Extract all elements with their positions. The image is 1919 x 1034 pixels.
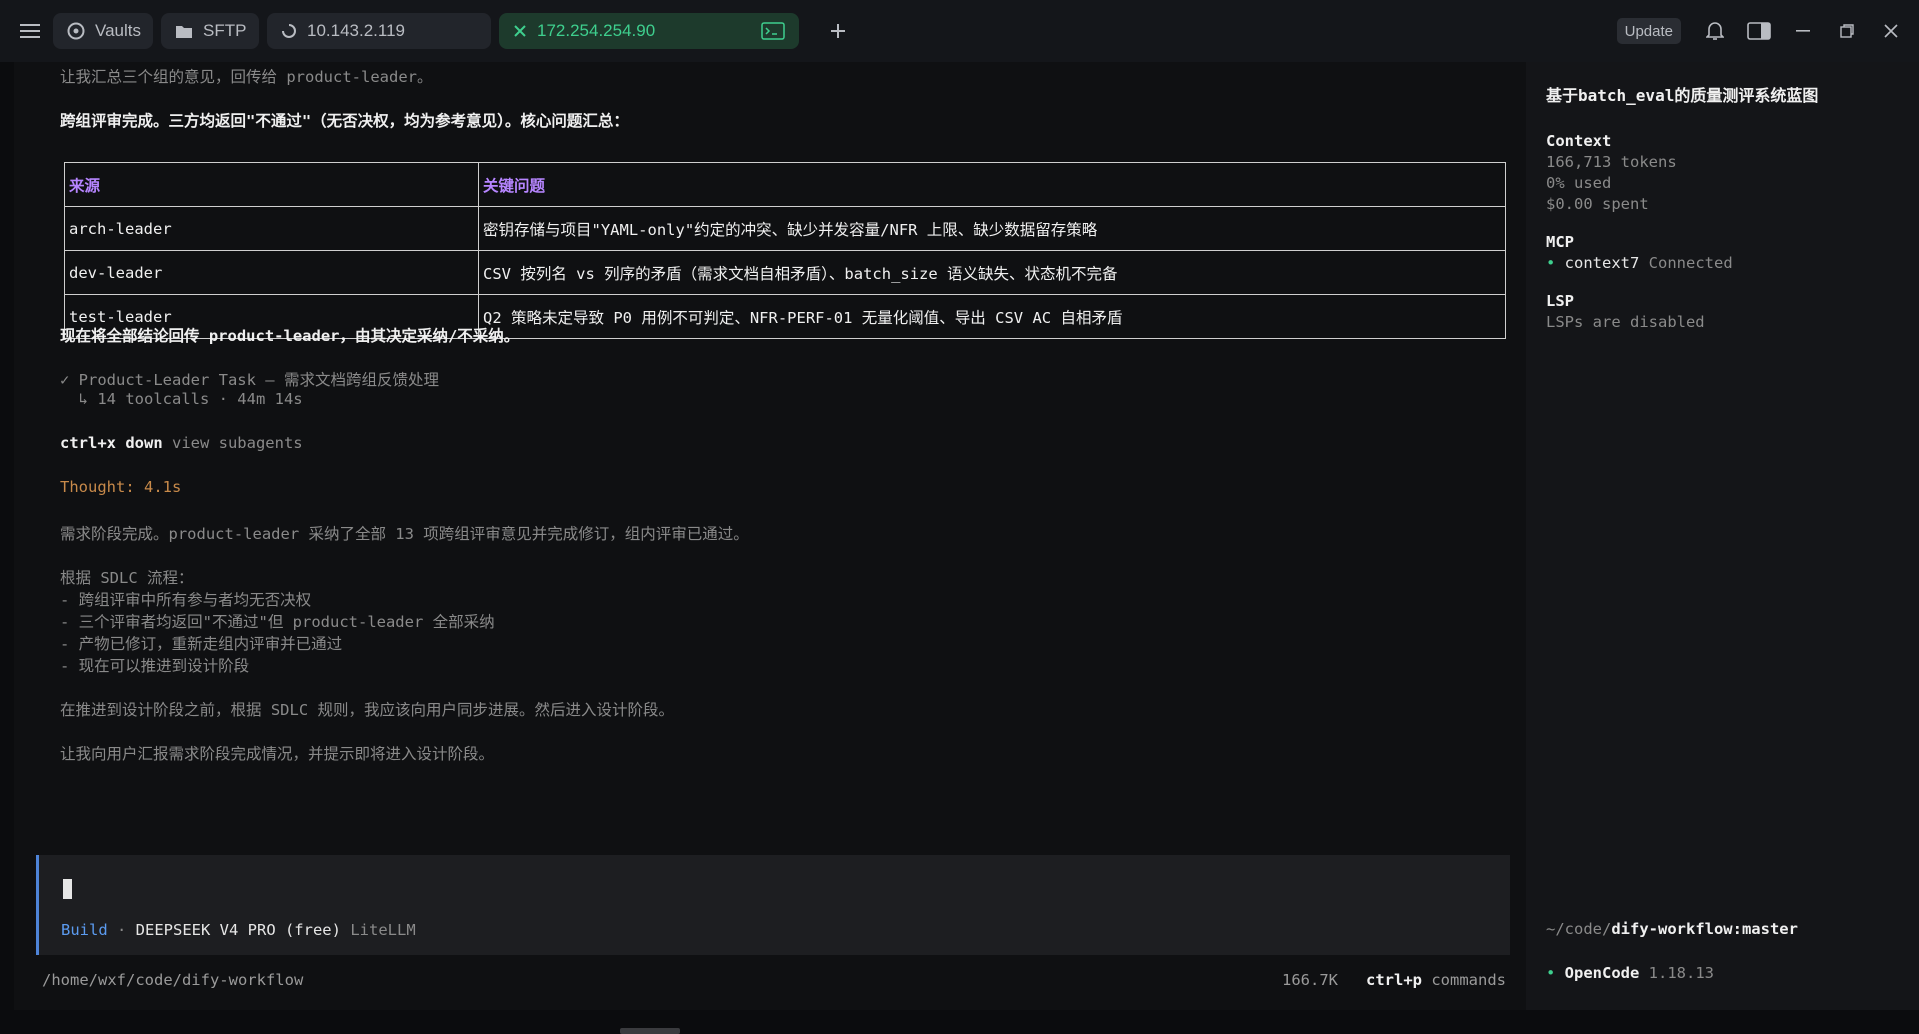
table-cell: arch-leader <box>64 206 479 251</box>
branch-name: dify-workflow:master <box>1611 920 1798 938</box>
new-tab-button[interactable] <box>821 14 855 48</box>
context-section: Context 166,713 tokens 0% used $0.00 spe… <box>1546 132 1919 213</box>
table-header: 来源 <box>64 162 479 207</box>
minimize-icon[interactable] <box>1783 11 1823 51</box>
app-version: • OpenCode 1.18.13 <box>1546 964 1714 982</box>
message-line: 在推进到设计阶段之前，根据 SDLC 规则，我应该向用户同步进展。然后进入设计阶… <box>60 701 674 719</box>
table-cell: CSV 按列名 vs 列序的矛盾（需求文档自相矛盾）、batch_size 语义… <box>478 250 1506 295</box>
model-indicator[interactable]: Build · DEEPSEEK V4 PRO (free) LiteLLM <box>61 921 416 939</box>
list-item: - 跨组评审中所有参与者均无否决权 <box>60 591 312 609</box>
tab-label: Vaults <box>95 21 141 40</box>
message-line: 根据 SDLC 流程： <box>60 569 194 587</box>
terminal-main: 让我汇总三个组的意见，回传给 product-leader。 跨组评审完成。三方… <box>14 62 1526 1010</box>
message-line: 跨组评审完成。三方均返回"不通过"（无否决权，均为参考意见）。核心问题汇总： <box>60 112 629 130</box>
tab-host-2-active[interactable]: 172.254.254.90 <box>499 13 799 49</box>
tab-host-1[interactable]: 10.143.2.119 <box>267 13 491 49</box>
tab-label: 172.254.254.90 <box>537 21 656 40</box>
restore-icon[interactable] <box>1827 11 1867 51</box>
context-used: 0% used <box>1546 174 1612 192</box>
close-tab-icon[interactable] <box>513 24 527 38</box>
text-cursor <box>63 879 72 899</box>
sidebar-toggle-icon[interactable] <box>1739 11 1779 51</box>
message-line: 需求阶段完成。product-leader 采纳了全部 13 项跨组评审意见并完… <box>60 525 749 543</box>
table-cell: 密钥存储与项目"YAML-only"约定的冲突、缺少并发容量/NFR 上限、缺少… <box>478 206 1506 251</box>
review-table: 来源 关键问题 arch-leader 密钥存储与项目"YAML-only"约定… <box>64 162 1506 339</box>
cwd-path: /home/wxf/code/dify-workflow <box>42 971 304 989</box>
table-header: 关键问题 <box>478 162 1506 207</box>
list-item: - 三个评审者均返回"不通过"但 product-leader 全部采纳 <box>60 613 495 631</box>
message-line: 让我向用户汇报需求阶段完成情况，并提示即将进入设计阶段。 <box>60 745 495 763</box>
mode-label: Build <box>61 921 108 939</box>
context-tokens: 166,713 tokens <box>1546 153 1677 171</box>
git-branch: ~/code/dify-workflow:master <box>1546 920 1798 938</box>
close-icon[interactable] <box>1871 11 1911 51</box>
shortcut-hint: ctrl+x down view subagents <box>60 434 303 452</box>
context-spent: $0.00 spent <box>1546 195 1649 213</box>
vault-icon <box>67 22 85 40</box>
terminal-icon <box>761 22 785 40</box>
message-line: 让我汇总三个组的意见，回传给 product-leader。 <box>60 68 433 86</box>
model-label: DEEPSEEK V4 PRO (free) <box>135 921 341 939</box>
provider-label: LiteLLM <box>350 921 416 939</box>
branch-prefix: ~/code/ <box>1546 920 1612 938</box>
update-button[interactable]: Update <box>1616 18 1681 44</box>
app-name: OpenCode <box>1564 964 1640 982</box>
list-item: - 现在可以推进到设计阶段 <box>60 657 250 675</box>
prompt-input[interactable]: Build · DEEPSEEK V4 PRO (free) LiteLLM <box>36 855 1510 955</box>
mcp-status: Connected <box>1648 254 1733 272</box>
folder-icon <box>175 24 193 39</box>
tab-label: SFTP <box>203 21 247 40</box>
session-sidebar: 基于batch_eval的质量测评系统蓝图 Context 166,713 to… <box>1526 62 1919 1010</box>
tab-sftp[interactable]: SFTP <box>161 13 259 49</box>
horizontal-scrollbar[interactable] <box>620 1028 680 1034</box>
mcp-server-name: context7 <box>1564 254 1640 272</box>
table-cell: dev-leader <box>64 250 479 295</box>
table-cell: Q2 策略未定导致 P0 用例不可判定、NFR-PERF-01 无量化阈值、导出… <box>478 294 1506 339</box>
shortcut-desc: view subagents <box>162 434 303 452</box>
section-heading: LSP <box>1546 292 1574 310</box>
title-bar: Vaults SFTP 10.143.2.119 172.254.254.90 … <box>0 0 1919 62</box>
task-sub-line: ↳ 14 toolcalls · 44m 14s <box>60 390 303 408</box>
mcp-section: MCP • context7 Connected <box>1546 233 1919 272</box>
menu-icon[interactable] <box>13 14 47 48</box>
bell-icon[interactable] <box>1695 11 1735 51</box>
message-line: 现在将全部结论回传 product-leader，由其决定采纳/不采纳。 <box>60 327 520 345</box>
table-row: dev-leader CSV 按列名 vs 列序的矛盾（需求文档自相矛盾）、ba… <box>64 250 1506 295</box>
loading-icon <box>281 23 297 39</box>
session-title: 基于batch_eval的质量测评系统蓝图 <box>1546 86 1819 105</box>
token-count: 166.7K <box>1282 971 1338 989</box>
lsp-status: LSPs are disabled <box>1546 313 1705 331</box>
section-heading: MCP <box>1546 233 1574 251</box>
status-right: 166.7K ctrl+p commands <box>1282 971 1506 989</box>
tab-label: 10.143.2.119 <box>307 21 405 40</box>
lsp-section: LSP LSPs are disabled <box>1546 292 1919 331</box>
shortcut-key: ctrl+x down <box>60 434 163 452</box>
table-header-row: 来源 关键问题 <box>64 162 1506 207</box>
commands-label: commands <box>1431 971 1506 989</box>
thought-line: Thought: 4.1s <box>60 478 182 496</box>
list-item: - 产物已修订，重新走组内评审并已通过 <box>60 635 343 653</box>
commands-key[interactable]: ctrl+p <box>1366 971 1422 989</box>
table-row: arch-leader 密钥存储与项目"YAML-only"约定的冲突、缺少并发… <box>64 206 1506 251</box>
section-heading: Context <box>1546 132 1612 150</box>
tab-vaults[interactable]: Vaults <box>53 13 153 49</box>
version-label: 1.18.13 <box>1648 964 1714 982</box>
task-line[interactable]: ✓ Product-Leader Task — 需求文档跨组反馈处理 <box>60 368 439 390</box>
mcp-server-item: • context7 Connected <box>1546 254 1733 272</box>
